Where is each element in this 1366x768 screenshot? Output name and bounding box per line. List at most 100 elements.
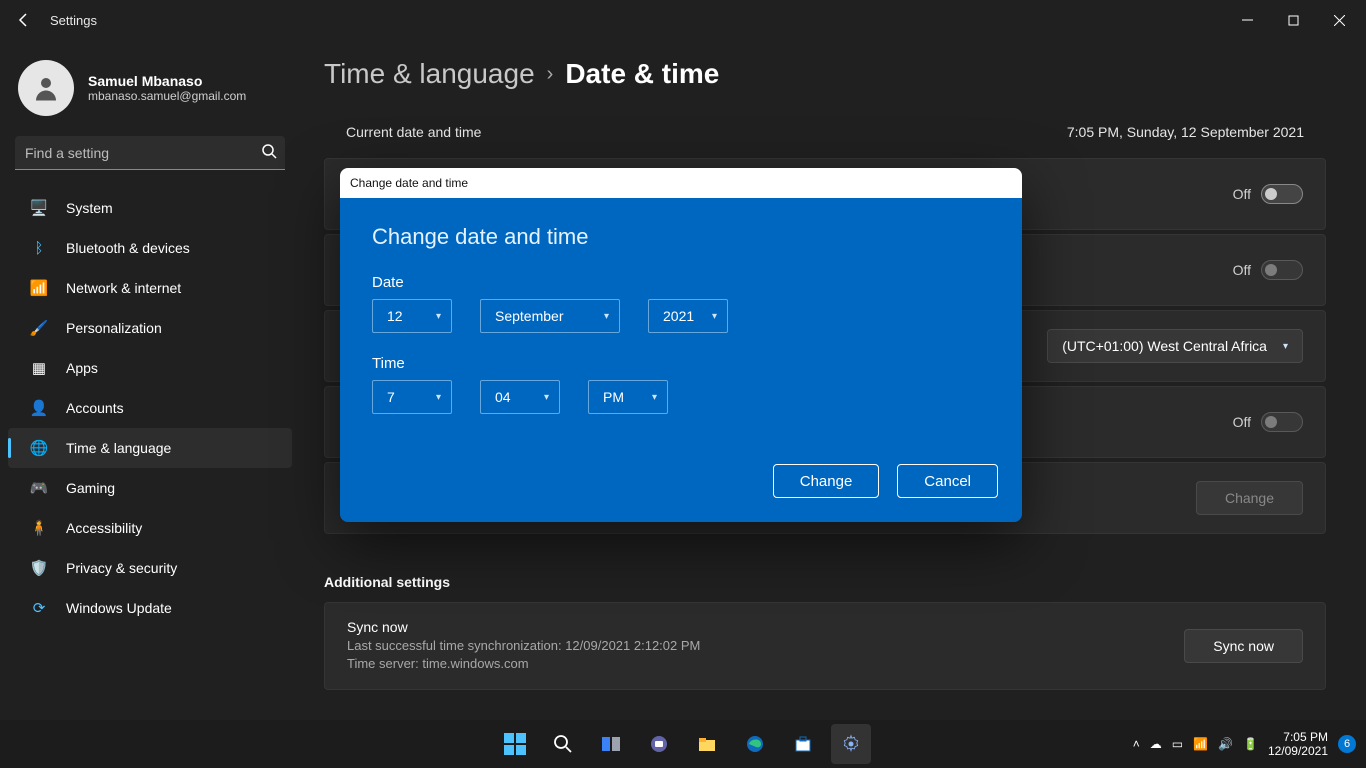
sidebar-item-label: Personalization [66, 320, 282, 336]
ampm-select[interactable]: PM ▾ [588, 380, 668, 414]
chevron-down-icon: ▾ [604, 311, 609, 322]
edge-button[interactable] [735, 724, 775, 764]
apps-icon: ▦ [30, 359, 48, 377]
profile[interactable]: Samuel Mbanaso mbanaso.samuel@gmail.com [0, 50, 300, 136]
sidebar-item-system[interactable]: 🖥️System [8, 188, 292, 228]
notifications-badge[interactable]: 6 [1338, 735, 1356, 753]
person-icon: 👤 [30, 399, 48, 417]
current-date-time-value: 7:05 PM, Sunday, 12 September 2021 [1067, 124, 1304, 140]
search-input[interactable] [15, 136, 285, 170]
dialog-titlebar-text: Change date and time [350, 176, 468, 190]
accessibility-icon: 🧍 [30, 519, 48, 537]
time-label: Time [372, 355, 990, 372]
sidebar-item-accounts[interactable]: 👤 Accounts [8, 388, 292, 428]
change-date-time-dialog: Change date and time Change date and tim… [340, 168, 1022, 522]
sidebar-item-accessibility[interactable]: 🧍 Accessibility [8, 508, 292, 548]
toggle-state-label: Off [1233, 262, 1251, 278]
profile-email: mbanaso.samuel@gmail.com [88, 89, 246, 103]
toggle-state-label: Off [1233, 186, 1251, 202]
breadcrumb-parent[interactable]: Time & language [324, 58, 535, 90]
hour-select[interactable]: 7▾ [372, 380, 452, 414]
chat-button[interactable] [639, 724, 679, 764]
search-icon [261, 143, 277, 164]
sidebar-item-bluetooth[interactable]: ᛒBluetooth & devices [8, 228, 292, 268]
page-title: Date & time [565, 58, 719, 90]
dialog-title-bar: Change date and time [340, 168, 1022, 198]
start-button[interactable] [495, 724, 535, 764]
sync-now-row[interactable]: Sync now Last successful time synchroniz… [324, 602, 1326, 690]
sidebar-item-privacy[interactable]: 🛡️ Privacy & security [8, 548, 292, 588]
timezone-select[interactable]: (UTC+01:00) West Central Africa ▾ [1047, 329, 1303, 363]
bluetooth-icon: ᛒ [30, 239, 48, 257]
sidebar-item-windows-update[interactable]: ⟳ Windows Update [8, 588, 292, 628]
teams-tray-icon[interactable]: ▭ [1172, 737, 1183, 751]
sidebar-item-label: Windows Update [66, 600, 282, 616]
current-date-time-label: Current date and time [346, 124, 481, 140]
sidebar-item-label: System [66, 200, 282, 216]
file-explorer-button[interactable] [687, 724, 727, 764]
window-title: Settings [50, 13, 97, 28]
sidebar-item-gaming[interactable]: 🎮 Gaming [8, 468, 292, 508]
year-value: 2021 [663, 308, 694, 324]
task-view-button[interactable] [591, 724, 631, 764]
chevron-down-icon: ▾ [1283, 341, 1288, 352]
sidebar-item-label: Accessibility [66, 520, 282, 536]
date-label: Date [372, 274, 990, 291]
minimize-button[interactable] [1224, 0, 1270, 40]
sidebar-item-label: Accounts [66, 400, 282, 416]
toggle-state-label: Off [1233, 414, 1251, 430]
ampm-value: PM [603, 389, 624, 405]
month-value: September [495, 308, 563, 324]
minute-select[interactable]: 04 ▾ [480, 380, 560, 414]
timezone-value: (UTC+01:00) West Central Africa [1062, 338, 1267, 354]
sidebar-item-label: Privacy & security [66, 560, 282, 576]
shield-icon: 🛡️ [30, 559, 48, 577]
profile-name: Samuel Mbanaso [88, 73, 246, 89]
wifi-tray-icon[interactable]: 📶 [1193, 737, 1208, 751]
toggle-switch[interactable] [1261, 412, 1303, 432]
gamepad-icon: 🎮 [30, 479, 48, 497]
toggle-switch[interactable] [1261, 184, 1303, 204]
taskbar-search-button[interactable] [543, 724, 583, 764]
day-select[interactable]: 12▾ [372, 299, 452, 333]
taskbar: ˄ ☁ ▭ 📶 🔊 🔋 7:05 PM 12/09/2021 6 [0, 720, 1366, 768]
change-date-time-button[interactable]: Change [1196, 481, 1303, 515]
volume-icon[interactable]: 🔊 [1218, 737, 1233, 751]
sync-last: Last successful time synchronization: 12… [347, 637, 700, 655]
dialog-heading: Change date and time [372, 224, 990, 250]
dialog-change-button[interactable]: Change [773, 464, 880, 498]
hour-value: 7 [387, 389, 395, 405]
chevron-down-icon: ▾ [436, 392, 441, 403]
tray-time: 7:05 PM [1268, 730, 1328, 744]
tray-overflow-icon[interactable]: ˄ [1133, 737, 1140, 751]
back-button[interactable] [4, 0, 44, 40]
year-select[interactable]: 2021 ▾ [648, 299, 728, 333]
sidebar-item-label: Gaming [66, 480, 282, 496]
chevron-down-icon: ▾ [544, 392, 549, 403]
wifi-icon: 📶 [30, 279, 48, 297]
settings-button[interactable] [831, 724, 871, 764]
store-button[interactable] [783, 724, 823, 764]
close-button[interactable] [1316, 0, 1362, 40]
sync-now-button[interactable]: Sync now [1184, 629, 1303, 663]
toggle-switch[interactable] [1261, 260, 1303, 280]
avatar [18, 60, 74, 116]
title-bar: Settings [0, 0, 1366, 40]
sidebar-item-time-language[interactable]: 🌐Time & language [8, 428, 292, 468]
minute-value: 04 [495, 389, 511, 405]
battery-icon[interactable]: 🔋 [1243, 737, 1258, 751]
chevron-down-icon: ▾ [652, 392, 657, 403]
chevron-right-icon: › [547, 63, 554, 86]
breadcrumb: Time & language › Date & time [324, 58, 1326, 90]
tray-clock[interactable]: 7:05 PM 12/09/2021 [1268, 730, 1328, 759]
sidebar-item-apps[interactable]: ▦Apps [8, 348, 292, 388]
sidebar-item-network[interactable]: 📶Network & internet [8, 268, 292, 308]
month-select[interactable]: September ▾ [480, 299, 620, 333]
onedrive-icon[interactable]: ☁ [1150, 737, 1162, 751]
maximize-button[interactable] [1270, 0, 1316, 40]
sidebar-item-personalization[interactable]: 🖌️Personalization [8, 308, 292, 348]
dialog-cancel-button[interactable]: Cancel [897, 464, 998, 498]
chevron-down-icon: ▾ [436, 311, 441, 322]
chevron-down-icon: ▾ [712, 311, 717, 322]
update-icon: ⟳ [30, 599, 48, 617]
